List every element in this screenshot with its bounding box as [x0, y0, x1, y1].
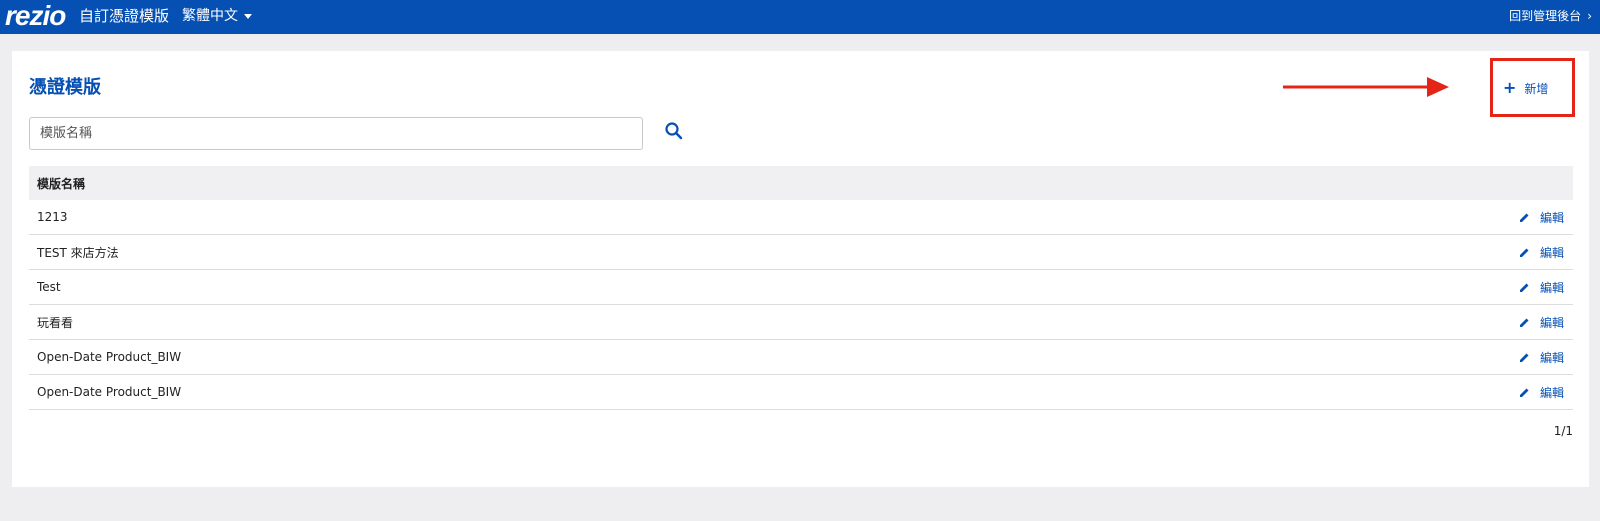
table-header: 模版名稱 — [29, 166, 1573, 200]
template-table: 模版名稱 1213 編輯 TEST 來店方法 編輯 Test 編輯 玩看看 編輯… — [29, 166, 1573, 410]
table-row: TEST 來店方法 編輯 — [29, 235, 1573, 270]
template-name: Test — [37, 280, 61, 294]
column-header-name: 模版名稱 — [37, 176, 86, 191]
page-title: 憑證模版 — [29, 77, 101, 98]
template-name: Open-Date Product_BIW — [37, 385, 182, 399]
pencil-icon — [1519, 318, 1529, 327]
pencil-icon — [1519, 353, 1529, 362]
search-icon — [665, 122, 683, 140]
edit-label: 編輯 — [1539, 350, 1564, 365]
table-row: Open-Date Product_BIW 編輯 — [29, 375, 1573, 410]
search-input[interactable] — [29, 117, 643, 150]
table-row: Test 編輯 — [29, 270, 1573, 305]
add-button[interactable]: + 新增 — [1503, 76, 1548, 100]
top-navbar: rezio 自訂憑證模版 繁體中文 回到管理後台 › — [0, 0, 1600, 34]
edit-button[interactable]: 編輯 — [1519, 244, 1564, 261]
back-to-admin-link[interactable]: 回到管理後台 › — [1509, 7, 1592, 25]
content-card: 憑證模版 + 新增 模版名稱 1213 編輯 TEST 來店方法 編輯 — [12, 51, 1589, 487]
edit-label: 編輯 — [1539, 315, 1564, 330]
search-button[interactable] — [663, 120, 685, 142]
edit-label: 編輯 — [1539, 385, 1564, 400]
edit-button[interactable]: 編輯 — [1519, 349, 1564, 366]
edit-button[interactable]: 編輯 — [1519, 384, 1564, 401]
chevron-right-icon: › — [1587, 9, 1592, 23]
table-row: 玩看看 編輯 — [29, 305, 1573, 340]
edit-button[interactable]: 編輯 — [1519, 209, 1564, 226]
edit-label: 編輯 — [1539, 280, 1564, 295]
pencil-icon — [1519, 213, 1529, 222]
table-row: 1213 編輯 — [29, 200, 1573, 235]
app-title: 自訂憑證模版 — [79, 7, 170, 25]
language-label: 繁體中文 — [182, 8, 238, 24]
pencil-icon — [1519, 248, 1529, 257]
pencil-icon — [1519, 388, 1529, 397]
caret-down-icon — [244, 13, 252, 19]
table-row: Open-Date Product_BIW 編輯 — [29, 340, 1573, 375]
template-name: TEST 來店方法 — [37, 245, 119, 260]
edit-button[interactable]: 編輯 — [1519, 279, 1564, 296]
template-name: 1213 — [37, 210, 68, 224]
add-button-label: 新增 — [1524, 81, 1549, 96]
edit-label: 編輯 — [1539, 210, 1564, 225]
rezio-logo[interactable]: rezio — [5, 2, 66, 30]
edit-label: 編輯 — [1539, 245, 1564, 260]
pagination: 1/1 — [1553, 424, 1573, 438]
template-name: 玩看看 — [37, 315, 74, 330]
back-to-admin-label: 回到管理後台 — [1509, 9, 1582, 23]
template-name: Open-Date Product_BIW — [37, 350, 182, 364]
language-selector[interactable]: 繁體中文 — [182, 6, 252, 26]
plus-icon: + — [1503, 78, 1517, 97]
pencil-icon — [1519, 283, 1529, 292]
edit-button[interactable]: 編輯 — [1519, 314, 1564, 331]
